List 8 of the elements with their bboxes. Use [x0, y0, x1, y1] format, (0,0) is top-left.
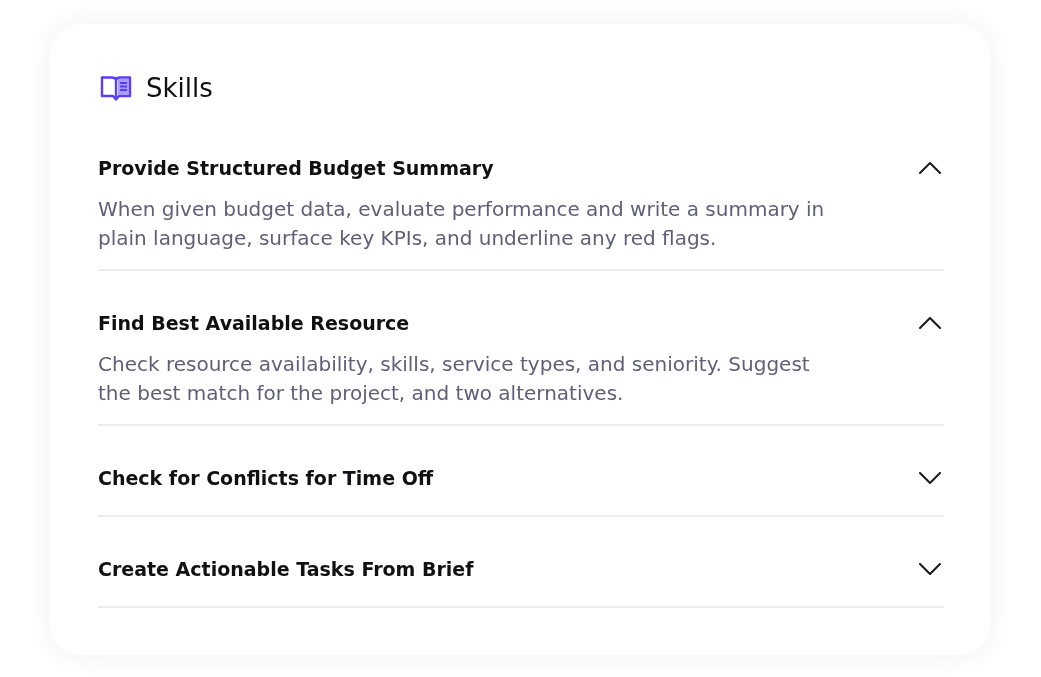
- book-icon: [100, 75, 132, 101]
- skill-description: When given budget data, evaluate performance and write a summary in plain language, surface key KPIs, and underline any red flags.: [98, 196, 826, 252]
- skill-description: Check resource availability, skills, service types, and seniority. Suggest the best match for the project, and two alternatives.: [98, 351, 811, 407]
- skill-toggle[interactable]: Check for Conflicts for Time Off: [98, 466, 944, 490]
- skill-toggle[interactable]: Find Best Available Resource: [98, 311, 944, 335]
- skill-toggle[interactable]: Create Actionable Tasks From Brief: [98, 557, 944, 581]
- skill-toggle[interactable]: Provide Structured Budget Summary: [98, 156, 944, 180]
- panel-title: Skills: [146, 73, 213, 103]
